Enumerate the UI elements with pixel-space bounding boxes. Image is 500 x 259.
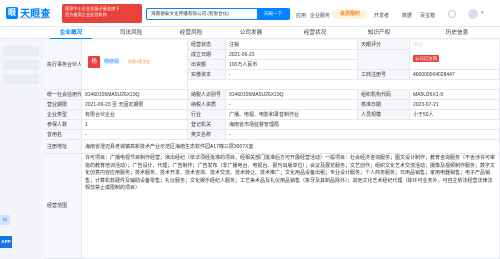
paid-capital-value: - — [226, 70, 358, 80]
credit-code-value: 91460105MA5U26X19Q — [82, 90, 188, 100]
approve-date-label: 核准日期 — [358, 100, 410, 110]
capital-label: 出资额 — [188, 60, 226, 70]
found-date-value: 2021-06-23 — [226, 50, 358, 60]
tab-label: 司法风险 — [119, 30, 143, 36]
credit-code-label: 统一社会信用代码 — [44, 90, 82, 100]
scope-label: 经营范围 — [44, 154, 82, 259]
exec-partner-cell: 杨 杨晓娟 任职1家企业 — [82, 40, 188, 90]
chevron-down-icon[interactable]: ▾ — [481, 10, 484, 16]
nav-toolbox-link[interactable]: 百宝箱 — [420, 12, 435, 19]
address-value: 海南省澄迈县老城镇高新技术产业示范区海南生态软件园A17幢三层3007X室 — [82, 140, 500, 154]
former-name-label: 曾用名 — [44, 130, 82, 140]
exec-partner-avatar[interactable]: 杨 — [88, 56, 100, 68]
row-spacer — [188, 80, 500, 90]
exec-partner-label: 执行事务合伙人 — [44, 40, 82, 90]
authority-value: 海南省市场监督管理局 — [226, 120, 500, 130]
paid-capital-label: 实缴资本 — [188, 70, 226, 80]
nav-apps-link[interactable]: 应用 — [296, 12, 306, 19]
deregistered-badge[interactable]: 公司已注销 — [413, 55, 439, 62]
company-type-value: 有限合伙企业 — [82, 110, 188, 120]
nav-placeholder — [3, 46, 39, 56]
search-input[interactable] — [147, 9, 257, 19]
staff-size-value: 小于50人 — [410, 110, 500, 120]
user-avatar[interactable] — [468, 9, 478, 19]
tab-label: 经营风险 — [179, 30, 203, 36]
vip-promo-button[interactable]: 会员限时 — [332, 9, 368, 19]
left-nav-strip — [0, 40, 44, 259]
nav-developer-link[interactable]: 开发者 — [374, 12, 389, 19]
nav-data-link[interactable]: 数据 — [402, 12, 412, 19]
status-value: 注销 — [226, 40, 358, 50]
notification-bell-icon[interactable] — [448, 10, 456, 18]
org-code-value: MA5U26X1-9 — [410, 90, 500, 100]
rating-label-spacer — [358, 50, 410, 70]
tab-development[interactable]: 公司发展 — [224, 27, 278, 39]
tab-label: 公司发展 — [239, 30, 263, 36]
tab-label: 企业概况 — [59, 30, 83, 36]
tab-label: 历史信息 — [445, 30, 469, 36]
approve-date-value: 2023-07-21 — [410, 100, 500, 110]
exec-partner-name[interactable]: 杨晓娟 — [104, 57, 119, 67]
qr-code-icon[interactable]: 码 — [0, 215, 10, 225]
address-label: 注册地址 — [44, 140, 82, 154]
tianyancha-logo-icon[interactable]: 眼 — [6, 7, 18, 19]
insured-label: 参保人数 — [44, 120, 82, 130]
nav-placeholder — [3, 60, 39, 70]
nav-enterprise-service-link[interactable]: 企业服务 — [310, 12, 330, 19]
insured-value: 1 — [82, 120, 188, 130]
exec-partner-note[interactable]: 任职1家企业 — [128, 57, 150, 67]
section-tab-bar: 企业概况 司法风险 经营风险 公司发展 经营状况 知识产权 历史信息 — [0, 27, 500, 40]
english-name-value: - — [226, 130, 500, 140]
company-type-label: 企业类型 — [44, 110, 82, 120]
promo-line-2: 官方备案企业征信机构 — [65, 12, 107, 17]
rating-value: 评分 — [413, 42, 423, 47]
taxpayer-qual-label: 纳税人资质 — [188, 100, 226, 110]
tab-history[interactable]: 历史信息 — [430, 27, 484, 39]
promo-banner[interactable]: 国家中小企业发展子基金旗下 官方备案企业征信机构 — [62, 4, 142, 23]
taxpayer-qual-value: - — [226, 100, 358, 110]
tab-judicial-risk[interactable]: 司法风险 — [104, 27, 158, 39]
term-label: 营业期限 — [44, 100, 82, 110]
search-box: 天眼一下 — [146, 8, 290, 20]
deregistered-badge-wrap: 公司已注销 — [413, 54, 496, 64]
authority-label: 登记机关 — [188, 120, 226, 130]
brand-subtitle: TianYanCha.com — [20, 16, 48, 20]
taxpayer-id-value: 91460105MA5U26X19Q — [226, 90, 358, 100]
scope-value: 许可项目：广播电视节目制作经营；演出经纪（依法须经批准的项目，经相关部门批准后方… — [82, 154, 500, 259]
tab-overview[interactable]: 企业概况 — [44, 27, 98, 40]
tab-operations[interactable]: 经营状况 — [288, 27, 342, 39]
term-value: 2021-06-23 至 无固定期限 — [82, 100, 188, 110]
tab-label: 知识产权 — [367, 30, 391, 36]
rating-label: 天眼评分 — [358, 40, 410, 50]
staff-size-label: 人员规模 — [358, 110, 410, 120]
former-name-value: - — [82, 130, 188, 140]
found-date-label: 成立日期 — [188, 50, 226, 60]
industry-value: 广播、电视、电影和录音制作业 — [226, 110, 358, 120]
business-info-table: 执行事务合伙人 杨 杨晓娟 任职1家企业 经营状态 注销 天眼评分 评分 公司已… — [44, 40, 500, 259]
tab-business-risk[interactable]: 经营风险 — [164, 27, 218, 39]
english-name-label: 英文名称 — [188, 130, 226, 140]
search-button[interactable]: 天眼一下 — [257, 9, 289, 19]
org-code-label: 组织机构代码 — [358, 90, 410, 100]
industry-label: 行业 — [188, 110, 226, 120]
top-header: 眼 天眼查 TianYanCha.com 国家中小企业发展子基金旗下 官方备案企… — [0, 0, 500, 27]
reg-no-value: 460000004028447 — [410, 70, 500, 80]
capital-value: 100万人民币 — [226, 60, 358, 70]
taxpayer-id-label: 纳税人识别号 — [188, 90, 226, 100]
app-download-badge[interactable]: APP — [0, 236, 12, 248]
reg-no-label: 工商注册号 — [358, 70, 410, 80]
status-label: 经营状态 — [188, 40, 226, 50]
tab-ip[interactable]: 知识产权 — [352, 27, 406, 39]
tab-label: 经营状况 — [303, 30, 327, 36]
rating-cell: 评分 公司已注销 — [410, 40, 500, 70]
nav-placeholder — [3, 74, 39, 84]
